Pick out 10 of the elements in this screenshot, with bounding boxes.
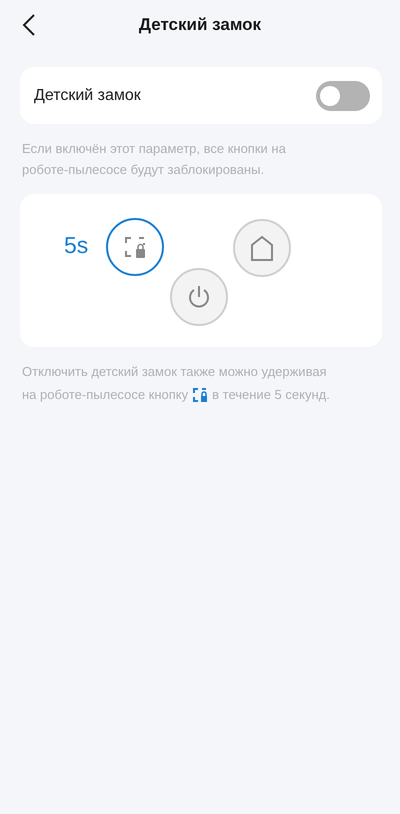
note-text: на роботе-пылесосе кнопку <box>22 386 188 404</box>
page-title: Детский замок <box>138 15 262 35</box>
lock-button-icon <box>193 388 208 402</box>
setting-label: Детский замок <box>34 86 141 104</box>
toggle-switch[interactable] <box>316 80 370 110</box>
hold-time-label: 5s <box>64 232 88 259</box>
note-text: Отключить детский замок также можно удерживая <box>22 363 328 381</box>
note-text: в течение 5 секунд. <box>212 386 330 404</box>
hint-text: Если включён этот параметр, все кнопки на роботе-пылесосе будут заблокированы. <box>22 140 287 179</box>
back-icon[interactable] <box>22 13 36 37</box>
